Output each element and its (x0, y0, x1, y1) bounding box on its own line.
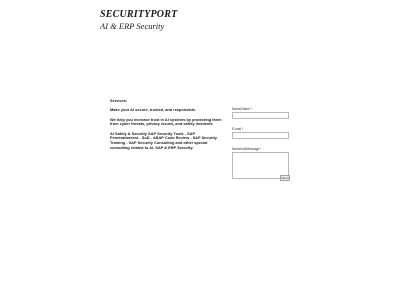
site-tagline: AI & ERP Security (100, 21, 165, 31)
services-paragraph: We help you increase trust in AI systems… (110, 116, 222, 127)
site-header: SECURITYPORT AI & ERP Security (100, 9, 177, 32)
name-field[interactable] (232, 112, 289, 119)
services-section: Services: Make your AI secure, trusted, … (110, 98, 222, 155)
email-field[interactable] (232, 132, 289, 139)
send-button[interactable]: Send (280, 175, 290, 181)
message-field-label: Nachricht/Message * (232, 147, 262, 151)
services-paragraph: Make your AI secure, trusted, and respon… (110, 107, 197, 113)
site-logo-title[interactable]: SECURITYPORT (100, 9, 177, 21)
email-field-label: E-mail * (232, 127, 244, 131)
services-paragraph: AI Safety & Security SAP Security Tools … (110, 130, 217, 151)
services-heading: Services: (110, 98, 128, 103)
name-field-label: Name/Name * (232, 107, 253, 111)
